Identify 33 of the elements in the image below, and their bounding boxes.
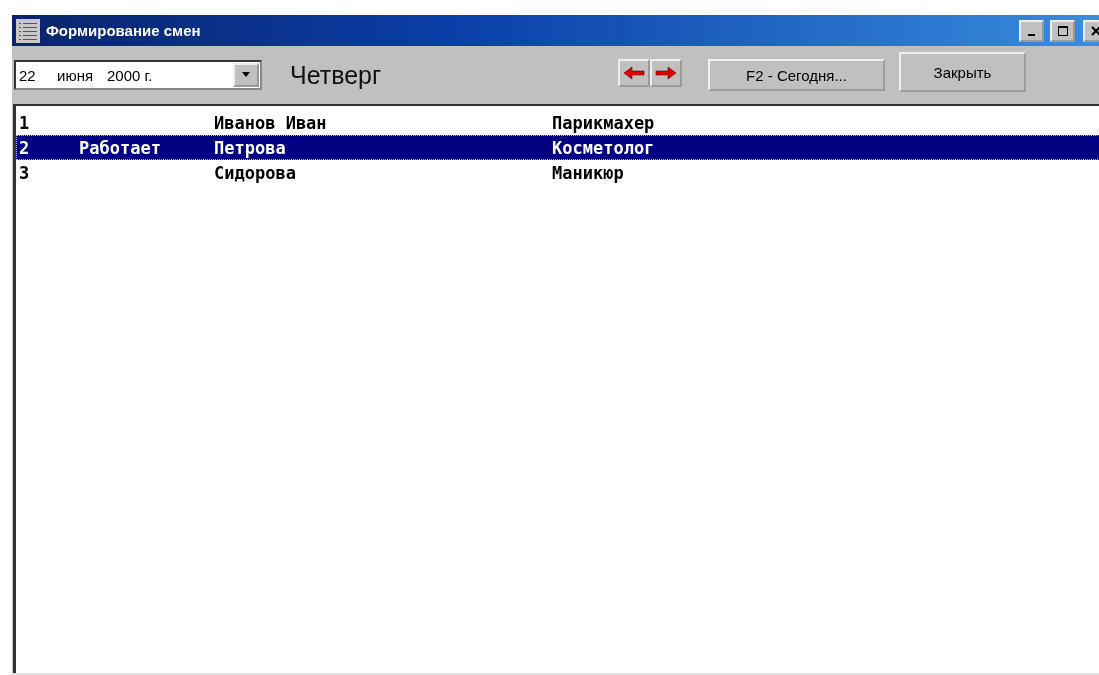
minimize-button[interactable] [1019,19,1044,42]
role-text: Косметолог [552,137,655,158]
grid-icon [16,18,40,43]
date-field[interactable]: 22 июня 2000 г. [14,60,262,90]
day-text: 22 [19,66,37,84]
employee-name: Петрова [214,137,287,158]
role-text: Маникюр [552,162,624,183]
maximize-icon [1056,24,1069,37]
row-number: 3 [18,162,31,183]
today-button[interactable]: F2 - Сегодня... [708,59,885,91]
row-number: 1 [18,112,31,133]
previous-day-button[interactable] [618,59,650,87]
month-text: июня [57,66,95,84]
employee-name: Иванов Иван [214,112,328,133]
role-text: Парикмахер [552,112,655,133]
row-number: 2 [18,137,31,158]
employee-name: Сидорова [214,162,297,183]
maximize-button[interactable] [1050,19,1075,42]
minimize-icon [1028,33,1035,36]
weekday-label: Четверг [290,60,382,90]
list-row[interactable]: 2 Работает Петрова Косметолог [16,135,1099,160]
caret-icon [241,72,251,78]
list-row[interactable]: 1 Иванов Иван Парикмахер [16,110,1099,135]
next-day-button[interactable] [650,59,682,87]
status-text: Работает [79,137,161,158]
window-title: Формирование смен [46,22,201,39]
year-text: 2000 г. [107,66,153,84]
right-arrow-icon [654,66,678,80]
close-window-button[interactable]: Закрыть [899,52,1026,92]
list-row[interactable]: 3 Сидорова Маникюр [16,160,1099,185]
close-icon [1089,24,1099,37]
dropdown-button[interactable] [233,63,259,87]
left-arrow-icon [622,66,646,80]
